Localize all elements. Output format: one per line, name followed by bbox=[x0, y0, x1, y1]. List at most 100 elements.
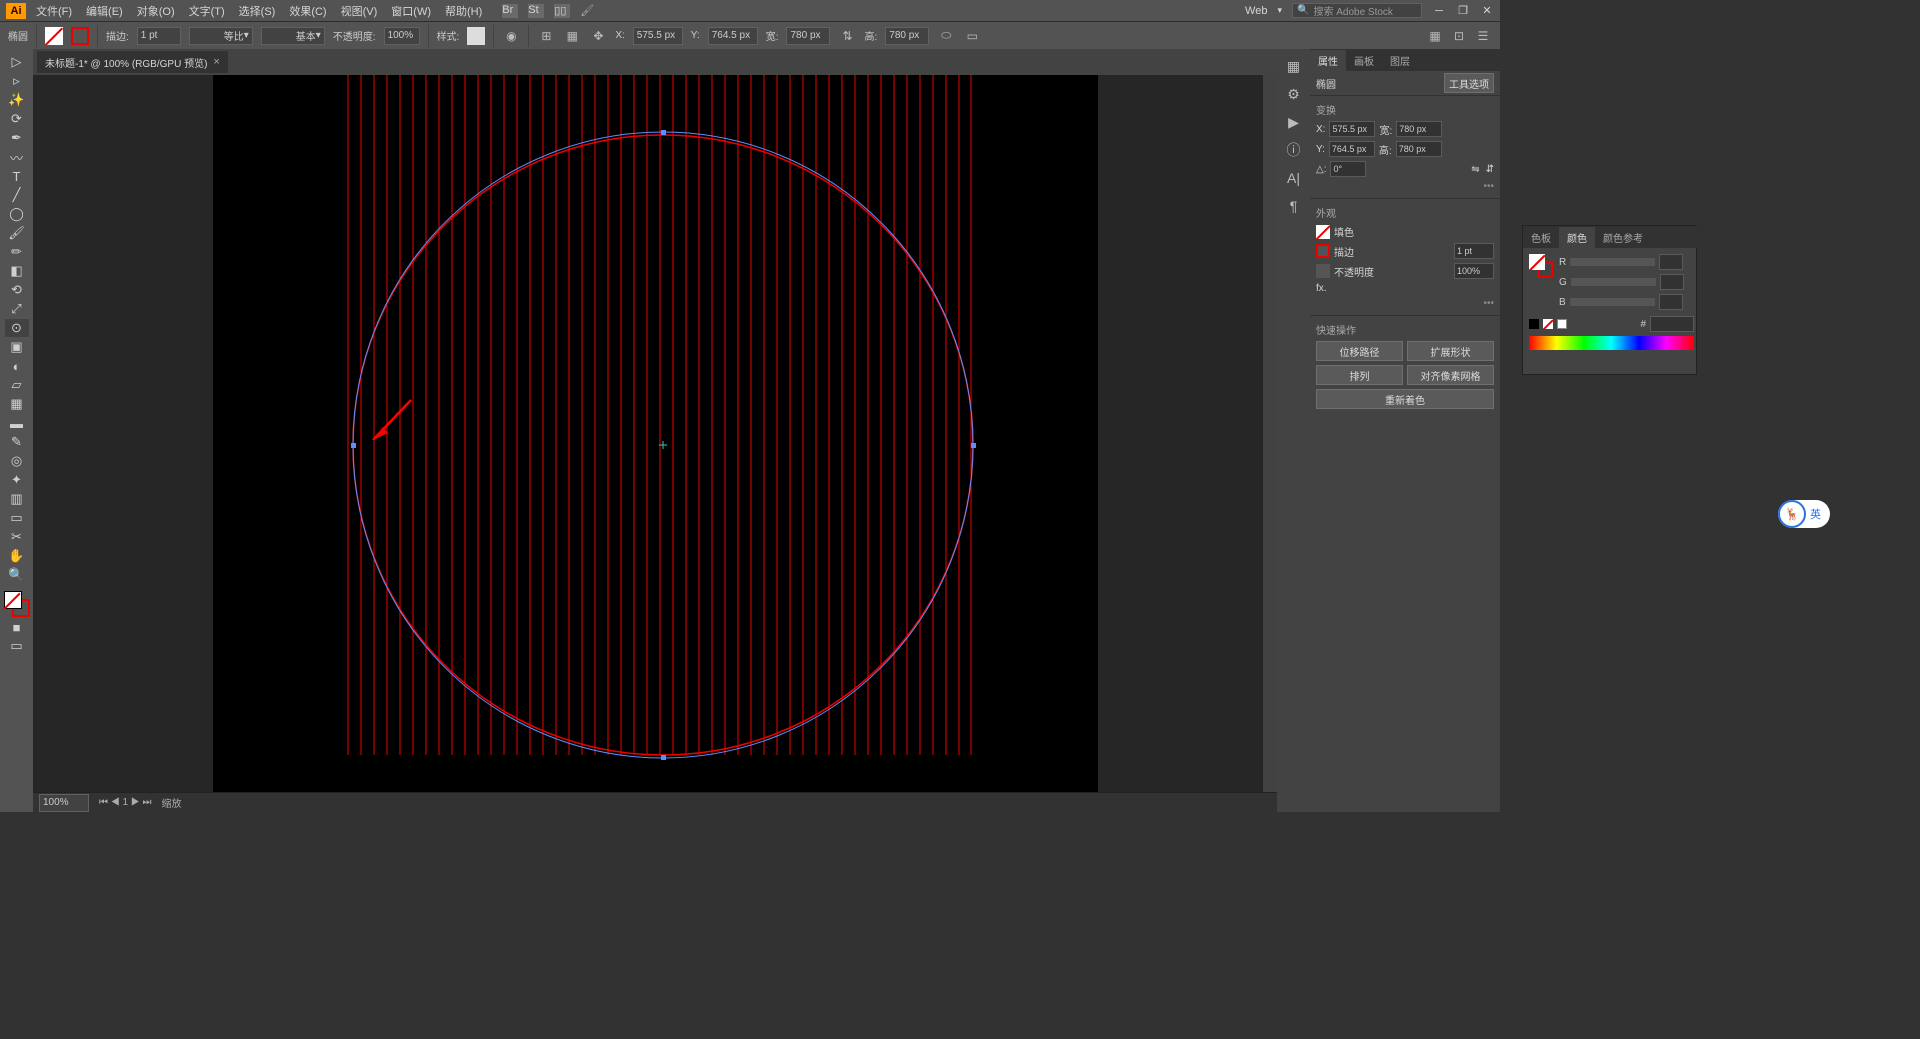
type-tool[interactable]: T bbox=[5, 167, 29, 185]
align-pixel-grid-button[interactable]: 对齐像素网格 bbox=[1407, 365, 1494, 385]
prop-w-input[interactable]: 780 px bbox=[1396, 121, 1442, 137]
search-input[interactable]: 🔍搜索 Adobe Stock bbox=[1292, 3, 1422, 18]
scale-tool[interactable]: ⤢ bbox=[5, 300, 29, 318]
prop-h-input[interactable]: 780 px bbox=[1396, 141, 1442, 157]
align-icon[interactable]: ⊞ bbox=[537, 27, 555, 45]
h-input[interactable]: 780 px bbox=[885, 27, 929, 45]
slice-tool[interactable]: ✂ bbox=[5, 528, 29, 546]
vertical-scrollbar[interactable] bbox=[1263, 75, 1277, 792]
bridge-icon[interactable]: Br bbox=[502, 4, 518, 18]
menu-file[interactable]: 文件(F) bbox=[36, 3, 72, 19]
blend-tool[interactable]: ◎ bbox=[5, 452, 29, 470]
grid-icon[interactable]: ▦ bbox=[1426, 27, 1444, 45]
eyedropper-tool[interactable]: ✎ bbox=[5, 433, 29, 451]
stock-icon[interactable]: St bbox=[528, 4, 544, 18]
prop-stroke-swatch[interactable] bbox=[1316, 244, 1330, 258]
fx-button[interactable]: fx. bbox=[1316, 283, 1327, 294]
menu-effect[interactable]: 效果(C) bbox=[289, 3, 326, 19]
zoom-input[interactable]: 100% bbox=[39, 794, 89, 812]
glyph-icon[interactable]: A| bbox=[1283, 167, 1305, 189]
flip-h-icon[interactable]: ⇋ bbox=[1471, 164, 1479, 175]
screen-mode-toggle[interactable]: ▭ bbox=[5, 637, 29, 655]
prop-y-input[interactable]: 764.5 px bbox=[1329, 141, 1375, 157]
document-profile[interactable]: Web bbox=[1245, 5, 1267, 17]
shaper-tool[interactable]: ✏ bbox=[5, 243, 29, 261]
lasso-tool[interactable]: ⟳ bbox=[5, 110, 29, 128]
g-slider[interactable] bbox=[1571, 278, 1656, 286]
prop-x-input[interactable]: 575.5 px bbox=[1329, 121, 1375, 137]
fill-swatch[interactable] bbox=[45, 27, 63, 45]
libraries-icon[interactable]: ▦ bbox=[1283, 55, 1305, 77]
curvature-tool[interactable]: 〰 bbox=[5, 148, 29, 166]
free-transform-tool[interactable]: ▣ bbox=[5, 338, 29, 356]
r-input[interactable] bbox=[1659, 254, 1683, 270]
close-window-button[interactable]: ✕ bbox=[1480, 4, 1494, 18]
prop-angle-input[interactable]: 0° bbox=[1330, 161, 1366, 177]
paintbrush-tool[interactable]: 🖌 bbox=[5, 224, 29, 242]
opacity-input[interactable]: 100% bbox=[384, 27, 420, 45]
pen-tool[interactable]: ✒ bbox=[5, 129, 29, 147]
menu-window[interactable]: 窗口(W) bbox=[391, 3, 431, 19]
tab-layers[interactable]: 图层 bbox=[1382, 50, 1418, 71]
tab-properties[interactable]: 属性 bbox=[1310, 50, 1346, 71]
tab-color-guide[interactable]: 颜色参考 bbox=[1595, 227, 1651, 248]
menu-object[interactable]: 对象(O) bbox=[137, 3, 175, 19]
selection-tool[interactable]: ▷ bbox=[5, 53, 29, 71]
hex-input[interactable] bbox=[1650, 316, 1694, 332]
ellipse-tool[interactable]: ◯ bbox=[5, 205, 29, 223]
isolate-icon[interactable]: ▭ bbox=[963, 27, 981, 45]
properties-shortcut-icon[interactable]: ⚙ bbox=[1283, 83, 1305, 105]
gpu-icon[interactable]: 🖌 bbox=[580, 4, 594, 17]
g-input[interactable] bbox=[1660, 274, 1684, 290]
w-input[interactable]: 780 px bbox=[786, 27, 830, 45]
graph-tool[interactable]: ▥ bbox=[5, 490, 29, 508]
direct-selection-tool[interactable]: ▹ bbox=[5, 72, 29, 90]
r-slider[interactable] bbox=[1570, 258, 1655, 266]
style-swatch[interactable] bbox=[467, 27, 485, 45]
width-tool[interactable]: ⊙ bbox=[5, 319, 29, 337]
variable-width-profile[interactable]: 等比 ▾ bbox=[189, 27, 253, 45]
perspective-tool[interactable]: ▱ bbox=[5, 376, 29, 394]
recolor-button[interactable]: 重新着色 bbox=[1316, 389, 1494, 409]
arrange-button[interactable]: 排列 bbox=[1316, 365, 1403, 385]
link-wh-icon[interactable]: ⇅ bbox=[838, 27, 856, 45]
x-input[interactable]: 575.5 px bbox=[633, 27, 683, 45]
hand-tool[interactable]: ✋ bbox=[5, 547, 29, 565]
b-input[interactable] bbox=[1659, 294, 1683, 310]
artboard-tool[interactable]: ▭ bbox=[5, 509, 29, 527]
prop-fill-swatch[interactable] bbox=[1316, 225, 1330, 239]
color-spectrum[interactable] bbox=[1529, 336, 1694, 350]
menu-select[interactable]: 选择(S) bbox=[239, 3, 276, 19]
ime-badge[interactable]: 🦌 英 bbox=[1778, 500, 1830, 528]
tab-color[interactable]: 颜色 bbox=[1559, 227, 1595, 248]
tab-artboards[interactable]: 画板 bbox=[1346, 50, 1382, 71]
panel-menu-icon[interactable]: ☰ bbox=[1474, 27, 1492, 45]
magic-wand-tool[interactable]: ✨ bbox=[5, 91, 29, 109]
stroke-weight-input[interactable]: 1 pt bbox=[137, 27, 181, 45]
anchor-icon[interactable]: ✥ bbox=[589, 27, 607, 45]
symbol-tool[interactable]: ✦ bbox=[5, 471, 29, 489]
rotate-tool[interactable]: ⟲ bbox=[5, 281, 29, 299]
page-nav[interactable]: ⏮ ◀ 1 ▶ ⏭ bbox=[99, 797, 152, 808]
prop-opacity-input[interactable]: 100% bbox=[1454, 263, 1494, 279]
color-panel[interactable]: 色板 颜色 颜色参考 R G B # bbox=[1522, 225, 1697, 375]
gradient-tool[interactable]: ▬ bbox=[5, 414, 29, 432]
tab-close-button[interactable]: × bbox=[213, 56, 219, 68]
menu-help[interactable]: 帮助(H) bbox=[445, 3, 482, 19]
zoom-tool[interactable]: 🔍 bbox=[5, 566, 29, 584]
menu-edit[interactable]: 编辑(E) bbox=[86, 3, 123, 19]
tab-swatches[interactable]: 色板 bbox=[1523, 227, 1559, 248]
stroke-swatch[interactable] bbox=[71, 27, 89, 45]
info-icon[interactable]: ⓘ bbox=[1283, 139, 1305, 161]
y-input[interactable]: 764.5 px bbox=[708, 27, 758, 45]
minimize-button[interactable]: ─ bbox=[1432, 4, 1446, 18]
flip-v-icon[interactable]: ⇵ bbox=[1486, 164, 1494, 175]
recolor-icon[interactable]: ◉ bbox=[502, 27, 520, 45]
menu-view[interactable]: 视图(V) bbox=[341, 3, 378, 19]
line-tool[interactable]: ╱ bbox=[5, 186, 29, 204]
arrange-icon[interactable]: ▯▯ bbox=[554, 4, 570, 18]
shape-options-button[interactable]: 工具选项 bbox=[1444, 73, 1494, 93]
document-tab[interactable]: 未标题-1* @ 100% (RGB/GPU 预览) × bbox=[37, 51, 228, 73]
snap-icon[interactable]: ⊡ bbox=[1450, 27, 1468, 45]
color-mode-toggle[interactable]: ■ bbox=[5, 618, 29, 636]
